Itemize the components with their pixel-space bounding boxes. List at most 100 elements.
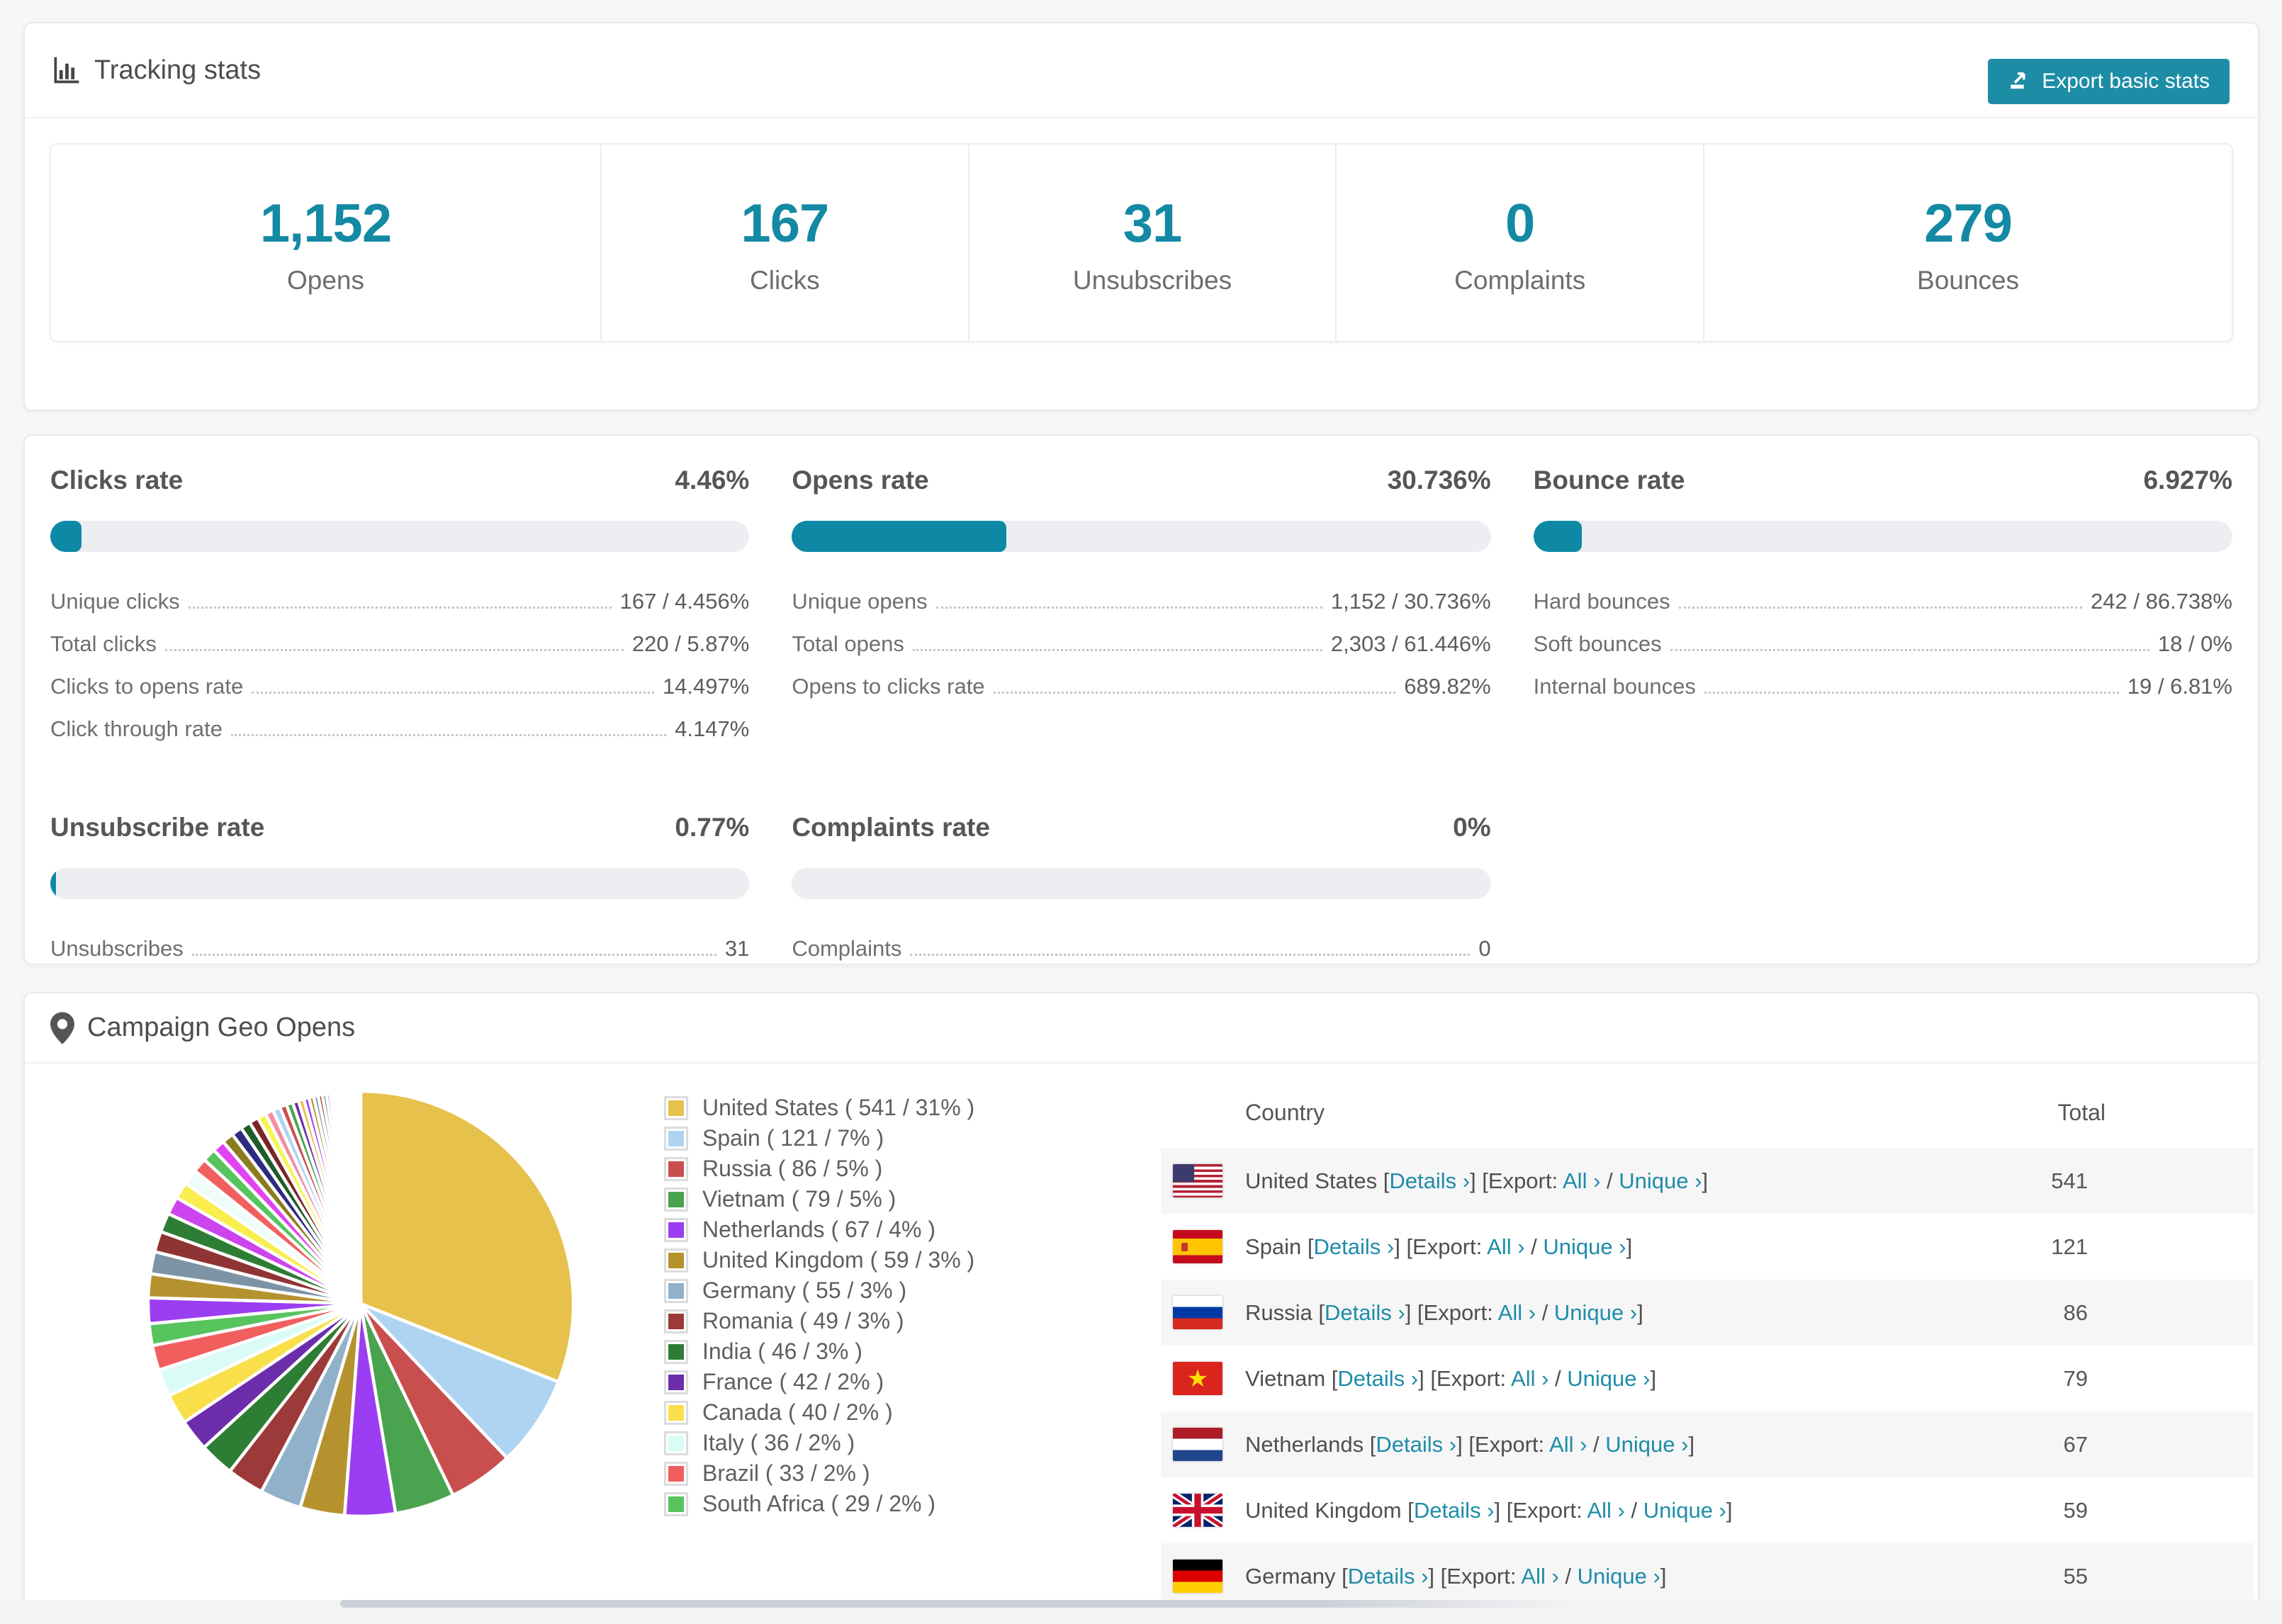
export-all-link[interactable]: All › — [1487, 1234, 1524, 1259]
geo-opens-table: Country Total United States [Details ›] … — [1161, 1077, 2254, 1601]
rate-detail-label: Unique clicks — [50, 589, 180, 614]
rate-detail-value: 220 / 5.87% — [631, 631, 750, 656]
rate-progress-track — [50, 521, 750, 552]
stat-value: 279 — [1924, 193, 2013, 254]
export-all-link[interactable]: All › — [1511, 1366, 1548, 1391]
rate-percent: 0.77% — [675, 813, 750, 842]
export-unique-link[interactable]: Unique › — [1619, 1168, 1702, 1193]
rate-detail-row: Unique clicks 167 / 4.456% — [50, 589, 750, 614]
rate-percent: 30.736% — [1387, 466, 1491, 495]
legend-label: United States ( 541 / 31% ) — [702, 1095, 975, 1120]
rate-detail-label: Hard bounces — [1533, 589, 1670, 614]
dotted-leader — [191, 954, 716, 956]
rate-detail-label: Click through rate — [50, 716, 223, 741]
total-cell: 67 — [2063, 1431, 2088, 1457]
export-unique-link[interactable]: Unique › — [1643, 1498, 1726, 1523]
legend-swatch — [664, 1156, 688, 1181]
legend-item: India ( 46 / 3% ) — [664, 1336, 974, 1367]
tracking-stats-title: Tracking stats — [50, 55, 261, 86]
dotted-leader — [912, 649, 1322, 651]
rate-block-complaints-rate: Complaints rate 0% Complaints 0 — [792, 813, 1491, 979]
export-unique-link[interactable]: Unique › — [1605, 1432, 1688, 1457]
rate-progress-track — [1533, 521, 2232, 552]
total-cell: 55 — [2063, 1563, 2088, 1589]
rate-detail-row: Clicks to opens rate 14.497% — [50, 674, 749, 699]
rate-detail-value: 19 / 6.81% — [2127, 674, 2232, 699]
rate-detail-value: 167 / 4.456% — [619, 589, 750, 614]
rate-detail-value: 2,303 / 61.446% — [1330, 631, 1491, 656]
rate-percent: 0% — [1453, 813, 1491, 842]
export-all-link[interactable]: All › — [1521, 1564, 1558, 1589]
legend-swatch — [664, 1492, 688, 1516]
stat-label: Clicks — [750, 266, 820, 295]
country-cell: Netherlands [Details ›] [Export: All › /… — [1245, 1431, 1695, 1457]
stat-label: Unsubscribes — [1072, 266, 1232, 295]
legend-item: South Africa ( 29 / 2% ) — [664, 1489, 974, 1519]
details-link[interactable]: Details › — [1337, 1366, 1418, 1391]
details-link[interactable]: Details › — [1325, 1300, 1405, 1325]
geo-table-row-russia: Russia [Details ›] [Export: All › / Uniq… — [1161, 1280, 2254, 1346]
export-unique-link[interactable]: Unique › — [1578, 1564, 1660, 1589]
rate-detail-value: 242 / 86.738% — [2091, 589, 2232, 614]
legend-item: France ( 42 / 2% ) — [664, 1367, 974, 1397]
dotted-leader — [1678, 607, 2083, 609]
geo-table-header: Country Total — [1161, 1077, 2254, 1148]
legend-label: Canada ( 40 / 2% ) — [702, 1399, 893, 1425]
rate-detail-value: 31 — [724, 936, 750, 961]
details-link[interactable]: Details › — [1389, 1168, 1470, 1193]
dotted-leader — [1704, 692, 2119, 694]
rate-title: Bounce rate — [1533, 466, 1685, 495]
country-cell: United States [Details ›] [Export: All ›… — [1245, 1168, 1709, 1193]
details-link[interactable]: Details › — [1314, 1234, 1395, 1259]
bar-chart-icon — [50, 55, 82, 86]
dotted-leader — [935, 607, 1322, 609]
details-link[interactable]: Details › — [1414, 1498, 1495, 1523]
details-link[interactable]: Details › — [1376, 1432, 1456, 1457]
dotted-leader — [164, 649, 624, 651]
export-unique-link[interactable]: Unique › — [1567, 1366, 1650, 1391]
total-cell: 86 — [2063, 1299, 2088, 1325]
geo-table-row-germany: Germany [Details ›] [Export: All › / Uni… — [1161, 1543, 2254, 1601]
rate-progress-fill — [50, 521, 82, 552]
rate-detail-value: 18 / 0% — [2157, 631, 2232, 656]
dotted-leader — [230, 734, 667, 736]
rate-detail-row: Soft bounces 18 / 0% — [1534, 631, 2232, 656]
stat-unsubscribes: 31 Unsubscribes — [967, 145, 1336, 341]
total-cell: 59 — [2063, 1497, 2088, 1523]
country-cell: Russia [Details ›] [Export: All › / Uniq… — [1245, 1299, 1643, 1325]
horizontal-scrollbar[interactable] — [340, 1600, 1566, 1608]
export-all-link[interactable]: All › — [1498, 1300, 1536, 1325]
dotted-leader — [910, 954, 1471, 956]
dotted-leader — [993, 692, 1396, 694]
pie-slice-other — [357, 1089, 363, 1306]
details-link[interactable]: Details › — [1348, 1564, 1429, 1589]
export-unique-link[interactable]: Unique › — [1554, 1300, 1637, 1325]
location-pin-icon — [50, 1011, 74, 1044]
stat-value: 167 — [741, 193, 829, 254]
rate-detail-value: 689.82% — [1404, 674, 1491, 699]
country-cell: United Kingdom [Details ›] [Export: All … — [1245, 1497, 1733, 1523]
rate-title: Clicks rate — [50, 466, 184, 495]
rate-progress-fill — [50, 868, 56, 899]
rate-detail-label: Complaints — [792, 936, 902, 961]
export-all-link[interactable]: All › — [1587, 1498, 1624, 1523]
legend-label: Italy ( 36 / 2% ) — [702, 1430, 855, 1455]
export-basic-stats-button[interactable]: Export basic stats — [1988, 59, 2230, 104]
rate-detail-label: Internal bounces — [1533, 674, 1696, 699]
rate-block-clicks-rate: Clicks rate 4.46% Unique clicks 167 / 4.… — [50, 466, 750, 759]
rate-block-opens-rate: Opens rate 30.736% Unique opens 1,152 / … — [792, 466, 1491, 759]
legend-item: Spain ( 121 / 7% ) — [664, 1123, 974, 1154]
rate-title: Complaints rate — [792, 813, 990, 842]
legend-swatch — [664, 1217, 688, 1242]
export-all-link[interactable]: All › — [1549, 1432, 1587, 1457]
legend-swatch — [664, 1461, 688, 1486]
rate-detail-row: Opens to clicks rate 689.82% — [792, 674, 1491, 699]
legend-label: Germany ( 55 / 3% ) — [702, 1278, 907, 1303]
legend-swatch — [664, 1278, 688, 1303]
stat-complaints: 0 Complaints — [1335, 145, 1703, 341]
legend-swatch — [664, 1400, 688, 1425]
export-all-link[interactable]: All › — [1563, 1168, 1600, 1193]
flag-nl — [1173, 1428, 1222, 1461]
export-unique-link[interactable]: Unique › — [1543, 1234, 1626, 1259]
stat-clicks: 167 Clicks — [600, 145, 968, 341]
